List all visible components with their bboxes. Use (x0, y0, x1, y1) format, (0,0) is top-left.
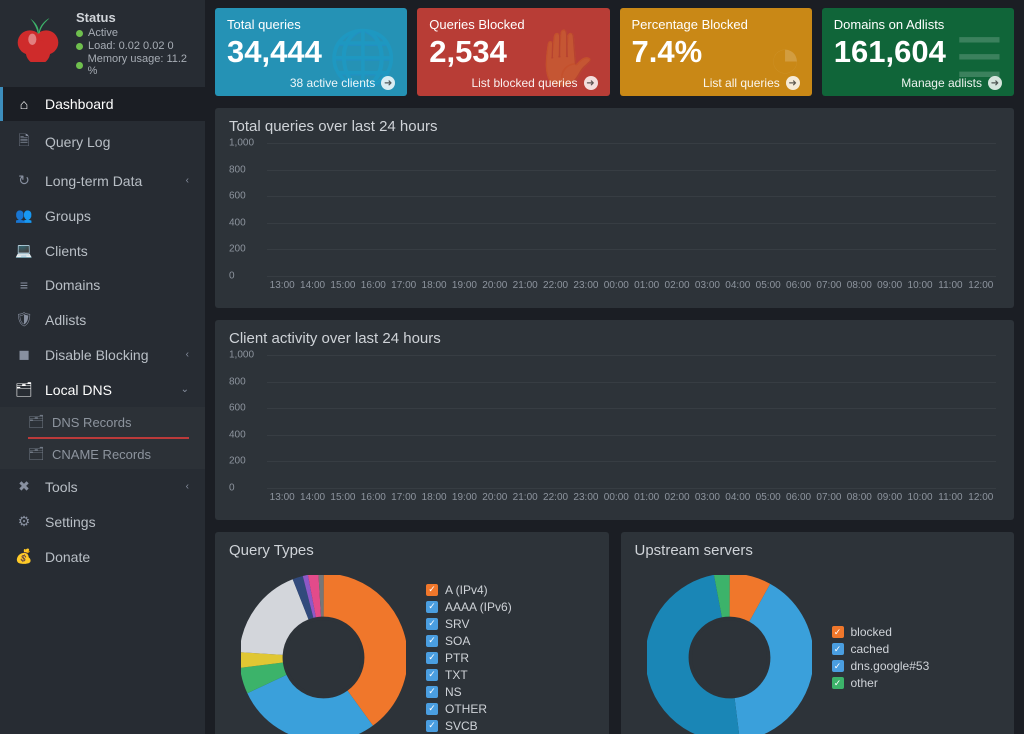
panel-query-types: Query Types ✓A (IPv4)✓AAAA (IPv6)✓SRV✓SO… (215, 532, 609, 734)
arrow-icon: ➜ (381, 76, 395, 90)
card-percent[interactable]: Percentage Blocked 7.4% ◔ List all queri… (620, 8, 812, 96)
nav-clients[interactable]: 💻Clients (0, 233, 205, 268)
legend-checkbox[interactable]: ✓ (426, 652, 438, 664)
history-icon: ↻ (16, 172, 32, 189)
main-content: Total queries 34,444 🌐 38 active clients… (205, 0, 1024, 734)
pihole-logo (12, 10, 64, 62)
chart-queries-24h[interactable]: 13:0014:0015:0016:0017:0018:0019:0020:00… (229, 143, 1000, 298)
legend-checkbox[interactable]: ✓ (426, 601, 438, 613)
legend-checkbox[interactable]: ✓ (832, 660, 844, 672)
legend-checkbox[interactable]: ✓ (832, 677, 844, 689)
donut-upstream[interactable] (647, 575, 812, 734)
shield-icon: 🛡 (16, 311, 32, 328)
file-icon: 🗎 (16, 130, 32, 154)
status-box: Status Active Load: 0.02 0.02 0 Memory u… (0, 0, 205, 87)
arrow-icon: ➜ (988, 76, 1002, 90)
address-icon: 🗂 (16, 381, 32, 398)
legend-checkbox[interactable]: ✓ (426, 618, 438, 630)
gear-icon: ⚙ (16, 513, 32, 530)
nav-querylog[interactable]: 🗎Query Log (0, 121, 205, 163)
nav-adlists[interactable]: 🛡Adlists (0, 302, 205, 337)
legend-checkbox[interactable]: ✓ (426, 720, 438, 732)
home-icon: ⌂ (16, 96, 32, 112)
card-blocked[interactable]: Queries Blocked 2,534 ✋ List blocked que… (417, 8, 609, 96)
status-load: Load: 0.02 0.02 0 (88, 40, 174, 52)
status-mem: Memory usage: 11.2 % (88, 53, 193, 77)
localdns-submenu: 🗂DNS Records 🗂CNAME Records (0, 407, 205, 469)
users-icon: 👥 (16, 207, 32, 224)
legend-checkbox[interactable]: ✓ (426, 686, 438, 698)
nav-tools[interactable]: ✖Tools‹ (0, 469, 205, 504)
panel-title: Query Types (229, 542, 595, 559)
chevron-down-icon: ⌄ (181, 384, 189, 395)
nav: ⌂Dashboard 🗎Query Log ↻Long-term Data‹ 👥… (0, 87, 205, 574)
chevron-left-icon: ‹ (186, 481, 189, 492)
panel-title: Client activity over last 24 hours (229, 330, 1000, 347)
donut-query-types[interactable] (241, 575, 406, 734)
nav-groups[interactable]: 👥Groups (0, 198, 205, 233)
legend-upstream: ✓blocked✓cached✓dns.google#53✓other (832, 625, 930, 690)
nav-localdns[interactable]: 🗂Local DNS⌄ (0, 372, 205, 407)
panel-title: Total queries over last 24 hours (229, 118, 1000, 135)
nav-domains[interactable]: ≡Domains (0, 268, 205, 302)
panel-queries-24h: Total queries over last 24 hours 13:0014… (215, 108, 1014, 308)
status-title: Status (76, 10, 193, 25)
laptop-icon: 💻 (16, 242, 32, 259)
card-adlists[interactable]: Domains on Adlists 161,604 ☰ Manage adli… (822, 8, 1014, 96)
legend-checkbox[interactable]: ✓ (832, 626, 844, 638)
sub-dns-records[interactable]: 🗂DNS Records (0, 407, 205, 437)
status-active: Active (88, 27, 118, 39)
nav-dashboard[interactable]: ⌂Dashboard (0, 87, 205, 121)
legend-checkbox[interactable]: ✓ (426, 584, 438, 596)
nav-longterm[interactable]: ↻Long-term Data‹ (0, 163, 205, 198)
donate-icon: 💰 (16, 548, 32, 565)
arrow-icon: ➜ (584, 76, 598, 90)
chart-client-24h[interactable]: 13:0014:0015:0016:0017:0018:0019:0020:00… (229, 355, 1000, 510)
summary-cards: Total queries 34,444 🌐 38 active clients… (215, 8, 1014, 96)
chevron-left-icon: ‹ (186, 349, 189, 360)
nav-settings[interactable]: ⚙Settings (0, 504, 205, 539)
stop-icon: ◼ (16, 346, 32, 363)
arrow-icon: ➜ (786, 76, 800, 90)
card-total-queries[interactable]: Total queries 34,444 🌐 38 active clients… (215, 8, 407, 96)
nav-disable[interactable]: ◼Disable Blocking‹ (0, 337, 205, 372)
panel-title: Upstream servers (635, 542, 1001, 559)
address-icon: 🗂 (28, 414, 42, 430)
panel-client-24h: Client activity over last 24 hours 13:00… (215, 320, 1014, 520)
chevron-left-icon: ‹ (186, 175, 189, 186)
sub-cname-records[interactable]: 🗂CNAME Records (0, 439, 205, 469)
wrench-icon: ✖ (16, 478, 32, 495)
legend-query-types: ✓A (IPv4)✓AAAA (IPv6)✓SRV✓SOA✓PTR✓TXT✓NS… (426, 583, 512, 733)
address-icon: 🗂 (28, 446, 42, 462)
legend-checkbox[interactable]: ✓ (426, 635, 438, 647)
nav-donate[interactable]: 💰Donate (0, 539, 205, 574)
legend-checkbox[interactable]: ✓ (832, 643, 844, 655)
legend-checkbox[interactable]: ✓ (426, 669, 438, 681)
panel-upstream: Upstream servers ✓blocked✓cached✓dns.goo… (621, 532, 1015, 734)
legend-checkbox[interactable]: ✓ (426, 703, 438, 715)
list-icon: ≡ (16, 277, 32, 293)
sidebar: Status Active Load: 0.02 0.02 0 Memory u… (0, 0, 205, 734)
